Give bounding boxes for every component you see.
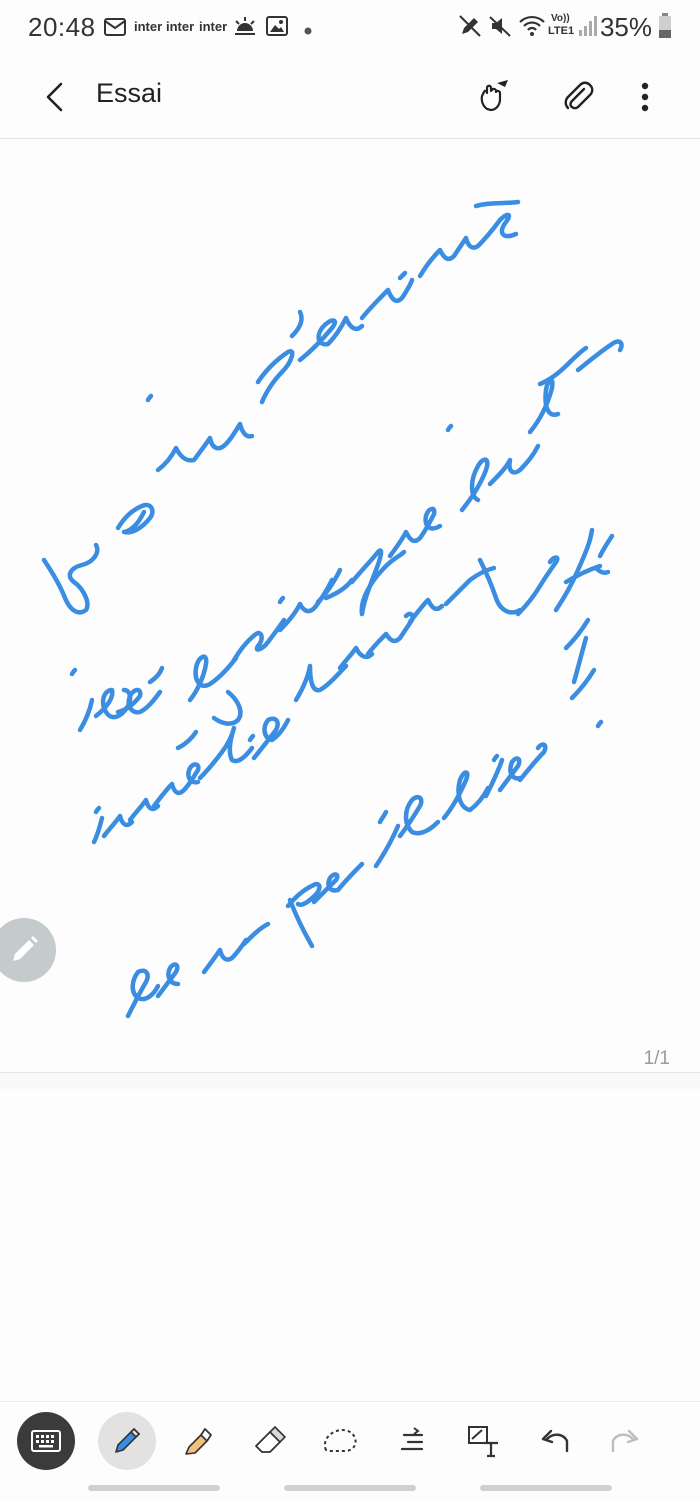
text-align-tool-button[interactable]: [383, 1412, 441, 1470]
touch-draw-button[interactable]: [466, 70, 520, 124]
page-divider: [0, 1072, 700, 1090]
wifi-icon: [518, 13, 546, 44]
status-time: 20:48: [28, 12, 96, 42]
text-align-icon: [400, 1427, 424, 1451]
pencil-icon: [13, 936, 38, 961]
status-bar: 20:48 inter inter inter Vo)) LTE1 35%: [0, 0, 700, 56]
note-canvas-next-page[interactable]: [0, 1089, 700, 1401]
nav-handle-right: [480, 1485, 612, 1491]
back-button[interactable]: [30, 72, 80, 122]
handwriting-to-text-button[interactable]: [454, 1412, 512, 1470]
handwriting-drawing: [41, 199, 624, 1019]
notification-label-1: inter: [134, 19, 163, 34]
notification-label-3: inter: [199, 19, 228, 34]
eraser-icon: [255, 1425, 286, 1453]
page-indicator: 1/1: [643, 1048, 670, 1069]
lte-label: LTE1: [548, 25, 575, 37]
attach-icon: [564, 81, 594, 110]
highlighter-icon: [185, 1428, 212, 1455]
bottom-toolbar: [0, 1401, 700, 1482]
lasso-tool-button[interactable]: [311, 1412, 369, 1470]
touch-draw-icon: [480, 80, 508, 112]
mute-icon: [488, 14, 512, 43]
attach-button[interactable]: [552, 70, 606, 124]
highlighter-tool-button[interactable]: [168, 1412, 226, 1470]
nav-handle-left: [88, 1485, 220, 1491]
pen-off-icon: [458, 14, 482, 43]
more-options-button[interactable]: [618, 70, 672, 124]
lasso-icon: [323, 1429, 357, 1452]
undo-icon: [541, 1429, 569, 1453]
signal-icon: [578, 14, 598, 43]
app-bar: Essai: [0, 56, 700, 139]
pen-icon: [115, 1427, 141, 1453]
back-icon: [46, 82, 63, 112]
battery-percent: 35%: [599, 12, 652, 42]
pen-tool-button[interactable]: [98, 1412, 156, 1470]
image-icon: [266, 16, 288, 41]
note-title: Essai: [96, 78, 163, 108]
redo-icon: [611, 1429, 639, 1453]
volte-label: Vo)): [551, 13, 570, 24]
eraser-tool-button[interactable]: [240, 1412, 298, 1470]
more-icon: [641, 82, 649, 112]
battery-icon: [658, 13, 672, 44]
nav-handle-center: [284, 1485, 416, 1491]
weather-icon: [233, 15, 257, 42]
mail-icon: [104, 17, 126, 42]
handwriting-to-text-icon: [468, 1426, 498, 1458]
dot-icon: [304, 22, 312, 40]
notification-label-2: inter: [166, 19, 195, 34]
undo-button[interactable]: [526, 1412, 584, 1470]
redo-button[interactable]: [596, 1412, 654, 1470]
keyboard-button[interactable]: [17, 1412, 75, 1470]
keyboard-icon: [31, 1430, 61, 1452]
note-canvas[interactable]: [0, 139, 700, 1072]
